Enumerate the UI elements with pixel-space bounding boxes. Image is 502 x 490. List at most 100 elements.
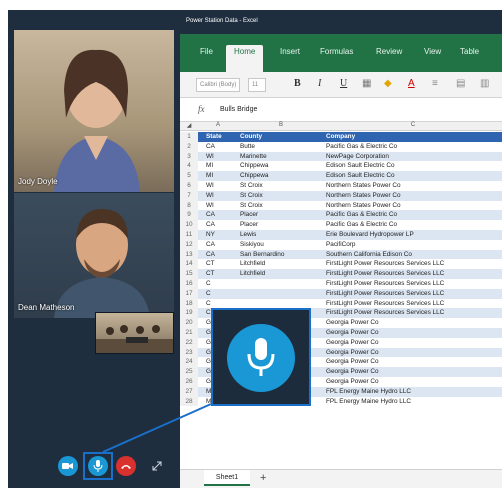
align-center-icon[interactable]: ▤ (456, 78, 465, 89)
cell-company[interactable]: FirstLight Power Resources Services LLC (326, 290, 502, 297)
table-row[interactable]: 10 CA Placer Pacific Gas & Electric Co (180, 220, 502, 230)
hang-up-button[interactable] (116, 456, 136, 476)
cell-company[interactable]: Northern States Power Co (326, 202, 502, 209)
cell-company[interactable]: FirstLight Power Resources Services LLC (326, 309, 502, 316)
tab-insert[interactable]: Insert (280, 47, 300, 56)
cell-company[interactable]: Northern States Power Co (326, 192, 502, 199)
cell-county[interactable]: Marinette (240, 153, 322, 160)
header-county[interactable]: County (240, 133, 322, 140)
underline-icon[interactable]: U (340, 78, 347, 89)
row-number[interactable]: 24 (180, 357, 198, 368)
cell-state[interactable]: CA (206, 143, 236, 150)
table-row[interactable]: 9 CA Placer Pacific Gas & Electric Co (180, 210, 502, 221)
cell-county[interactable]: Lewis (240, 231, 322, 238)
tab-table[interactable]: Table (460, 47, 479, 56)
cell-county[interactable]: St Croix (240, 202, 322, 209)
italic-icon[interactable]: I (318, 78, 321, 89)
cell-state[interactable]: MI (206, 162, 236, 169)
function-icon[interactable]: fx (198, 104, 205, 114)
header-company[interactable]: Company (326, 133, 502, 140)
cell-state[interactable]: WI (206, 153, 236, 160)
table-row[interactable]: 15 CT Litchfield FirstLight Power Resources… (180, 269, 502, 279)
table-row[interactable]: 18 C FirstLight Power Resources Services L… (180, 298, 502, 309)
cell-county[interactable]: San Bernardino (240, 251, 322, 258)
column-header-b[interactable]: B (238, 122, 324, 131)
cell-company[interactable]: Pacific Gas & Electric Co (326, 221, 502, 228)
table-row[interactable]: 17 C FirstLight Power Resources Services L… (180, 288, 502, 299)
cell-company[interactable]: Georgia Power Co (326, 349, 502, 356)
cell-county[interactable]: Butte (240, 143, 322, 150)
tab-view[interactable]: View (424, 47, 441, 56)
row-number[interactable]: 27 (180, 386, 198, 397)
spreadsheet-grid[interactable]: ◢ A B C 1 State County Company 2 CA Butte P… (180, 122, 502, 478)
align-left-icon[interactable]: ≡ (432, 78, 438, 89)
cell-company[interactable]: Southern California Edison Co (326, 251, 502, 258)
cell-state[interactable]: C (206, 300, 236, 307)
tab-formulas[interactable]: Formulas (320, 47, 353, 56)
column-header-c[interactable]: C (324, 122, 502, 131)
cell-state[interactable]: NY (206, 231, 236, 238)
wrap-text-icon[interactable]: ▥ (480, 78, 489, 89)
cell-company[interactable]: Pacific Gas & Electric Co (326, 211, 502, 218)
row-number[interactable]: 10 (180, 220, 198, 230)
cell-company[interactable]: Georgia Power Co (326, 378, 502, 385)
cell-state[interactable]: CT (206, 260, 236, 267)
video-toggle-button[interactable] (58, 456, 78, 476)
table-row[interactable]: 7 WI St Croix Northern States Power Co (180, 190, 502, 201)
table-row[interactable]: 4 MI Chippewa Edison Sault Electric Co (180, 161, 502, 172)
cell-county[interactable]: St Croix (240, 192, 322, 199)
font-name-select[interactable]: Calibri (Body) (196, 78, 240, 92)
row-number[interactable]: 17 (180, 288, 198, 299)
row-number[interactable]: 23 (180, 347, 198, 358)
table-row[interactable]: 5 MI Chippewa Edison Sault Electric Co (180, 171, 502, 181)
header-state[interactable]: State (206, 133, 236, 140)
cell-state[interactable]: CA (206, 211, 236, 218)
row-number[interactable]: 13 (180, 249, 198, 260)
cell-state[interactable]: MI (206, 172, 236, 179)
row-number[interactable]: 8 (180, 200, 198, 211)
self-view-thumbnail[interactable] (95, 312, 174, 354)
cell-company[interactable]: Georgia Power Co (326, 339, 502, 346)
cell-county[interactable]: Chippewa (240, 162, 322, 169)
participant-video-jody[interactable]: Jody Doyle (14, 30, 174, 192)
row-number[interactable]: 11 (180, 230, 198, 240)
cell-company[interactable]: FPL Energy Maine Hydro LLC (326, 398, 502, 405)
font-size-select[interactable]: 11 (248, 78, 266, 92)
row-number[interactable]: 12 (180, 239, 198, 250)
cell-company[interactable]: Edison Sault Electric Co (326, 172, 502, 179)
cell-company[interactable]: FirstLight Power Resources Services LLC (326, 300, 502, 307)
cell-county[interactable]: Siskiyou (240, 241, 322, 248)
row-number[interactable]: 4 (180, 161, 198, 172)
cell-company[interactable]: Georgia Power Co (326, 368, 502, 375)
cell-company[interactable]: Georgia Power Co (326, 358, 502, 365)
row-number[interactable]: 20 (180, 318, 198, 328)
table-row[interactable]: 8 WI St Croix Northern States Power Co (180, 200, 502, 211)
row-number[interactable]: 18 (180, 298, 198, 309)
table-row[interactable]: 6 WI St Croix Northern States Power Co (180, 181, 502, 191)
row-number[interactable]: 2 (180, 141, 198, 152)
sheet-tab-sheet1[interactable]: Sheet1 (204, 470, 250, 486)
row-number[interactable]: 26 (180, 377, 198, 387)
select-all-corner[interactable]: ◢ (180, 122, 198, 131)
cell-company[interactable]: FirstLight Power Resources Services LLC (326, 280, 502, 287)
cell-county[interactable]: Placer (240, 211, 322, 218)
formula-input[interactable]: Bulls Bridge (220, 106, 257, 113)
fill-color-icon[interactable]: ◆ (384, 78, 392, 89)
add-sheet-button[interactable]: + (260, 472, 266, 484)
cell-company[interactable]: FirstLight Power Resources Services LLC (326, 270, 502, 277)
row-number[interactable]: 21 (180, 328, 198, 338)
cell-state[interactable]: CT (206, 270, 236, 277)
table-row[interactable]: 14 CT Litchfield FirstLight Power Resources… (180, 259, 502, 270)
cell-county[interactable]: Chippewa (240, 172, 322, 179)
row-number[interactable]: 25 (180, 367, 198, 377)
cell-state[interactable]: WI (206, 202, 236, 209)
cell-state[interactable]: C (206, 290, 236, 297)
table-row[interactable]: 12 CA Siskiyou PacifiCorp (180, 239, 502, 250)
cell-state[interactable]: CA (206, 221, 236, 228)
tab-home[interactable]: Home (226, 45, 264, 72)
cell-company[interactable]: NewPage Corporation (326, 153, 502, 160)
cell-company[interactable]: Northern States Power Co (326, 182, 502, 189)
cell-county[interactable]: Litchfield (240, 270, 322, 277)
row-number[interactable]: 16 (180, 279, 198, 289)
cell-county[interactable]: Placer (240, 221, 322, 228)
